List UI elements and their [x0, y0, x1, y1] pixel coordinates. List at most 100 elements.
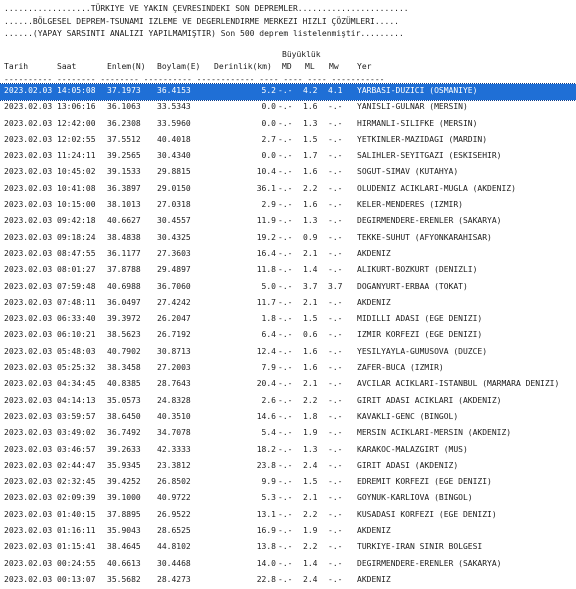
latitude-cell: 38.5623 — [107, 330, 141, 340]
mw-cell: -.- — [328, 216, 343, 226]
depth-cell: 14.6 — [256, 411, 276, 421]
location-cell: EDREMIT KORFEZI (EGE DENIZI) — [357, 477, 492, 487]
md-cell: -.- — [278, 395, 293, 405]
location-cell: DEGIRMENDERE-ERENLER (SAKARYA) — [357, 216, 502, 226]
location-cell: KUSADASI KORFEZI (EGE DENIZI) — [357, 509, 497, 519]
table-row[interactable]: 2023.02.03 06:10:21 38.5623 26.7192 6.4 -.- 0.… — [0, 328, 576, 344]
table-row[interactable]: 2023.02.03 04:14:13 35.0573 24.8328 2.6 -.- 2.… — [0, 394, 576, 410]
table-row[interactable]: 2023.02.03 07:48:11 36.0497 27.4242 11.7 -.- 2… — [0, 296, 576, 312]
table-row[interactable]: 2023.02.03 03:49:02 36.7492 34.7078 5.4 -.- 1.… — [0, 426, 576, 442]
time-cell: 04:14:13 — [57, 395, 96, 405]
ml-cell: 2.2 — [303, 395, 318, 405]
mw-cell: -.- — [328, 167, 343, 177]
date-cell: 2023.02.03 — [4, 167, 53, 177]
date-cell: 2023.02.03 — [4, 558, 53, 568]
ml-cell: 2.4 — [303, 460, 318, 470]
ml-cell: 2.2 — [303, 509, 318, 519]
table-row[interactable]: 2023.02.03 14:05:08 37.1973 36.4153 5.2 -.- 4.… — [0, 82, 576, 102]
md-cell: -.- — [278, 200, 293, 210]
time-cell: 00:24:55 — [57, 558, 96, 568]
latitude-cell: 40.7902 — [107, 346, 141, 356]
longitude-cell: 24.8328 — [157, 395, 191, 405]
latitude-cell: 40.6613 — [107, 558, 141, 568]
ml-cell: 2.2 — [303, 542, 318, 552]
table-row[interactable]: 2023.02.03 01:40:15 37.8895 26.9522 13.1 -.- 2… — [0, 508, 576, 524]
md-cell: -.- — [278, 493, 293, 503]
table-row[interactable]: 2023.02.03 08:01:27 37.8788 29.4897 11.8 -.- 1… — [0, 263, 576, 279]
latitude-cell: 35.0573 — [107, 395, 141, 405]
depth-cell: 0.0 — [261, 151, 276, 161]
table-row[interactable]: 2023.02.03 00:13:07 35.5682 28.4273 22.8 -.- 2… — [0, 573, 576, 589]
location-cell: GOYNUK-KARLIOVA (BINGOL) — [357, 493, 473, 503]
table-row[interactable]: 2023.02.03 02:44:47 35.9345 23.3812 23.8 -.- 2… — [0, 459, 576, 475]
mw-cell: -.- — [328, 134, 343, 144]
table-row[interactable]: 2023.02.03 03:59:57 38.6450 40.3510 14.6 -.- 1… — [0, 410, 576, 426]
longitude-cell: 26.7192 — [157, 330, 191, 340]
table-row[interactable]: 2023.02.03 07:59:48 40.6988 36.7060 5.0 -.- 3.… — [0, 280, 576, 296]
table-row[interactable]: 2023.02.03 02:32:45 39.4252 26.8502 9.9 -.- 1.… — [0, 475, 576, 491]
time-cell: 05:48:03 — [57, 346, 96, 356]
table-row[interactable]: 2023.02.03 09:42:18 40.6627 30.4557 11.9 -.- 1… — [0, 214, 576, 230]
table-row[interactable]: 2023.02.03 10:45:02 39.1533 29.8815 10.4 -.- 1… — [0, 165, 576, 181]
table-row[interactable]: 2023.02.03 01:16:11 35.9043 28.6525 16.9 -.- 1… — [0, 524, 576, 540]
table-row[interactable]: 2023.02.03 10:15:00 38.1013 27.0318 2.9 -.- 1.… — [0, 198, 576, 214]
time-cell: 06:33:40 — [57, 314, 96, 324]
table-row[interactable]: 2023.02.03 03:46:57 39.2633 42.3333 18.2 -.- 1… — [0, 443, 576, 459]
ml-cell: 2.1 — [303, 248, 318, 258]
longitude-cell: 29.4897 — [157, 265, 191, 275]
table-row[interactable]: 2023.02.03 12:42:00 36.2308 33.5960 0.0 -.- 1.… — [0, 117, 576, 133]
md-cell: -.- — [278, 346, 293, 356]
mw-cell: -.- — [328, 428, 343, 438]
ml-cell: 0.9 — [303, 232, 318, 242]
date-cell: 2023.02.03 — [4, 379, 53, 389]
md-cell: -.- — [278, 183, 293, 193]
table-row[interactable]: 2023.02.03 13:06:16 36.1063 33.5343 0.0 -.- 1.… — [0, 100, 576, 116]
table-row[interactable]: 2023.02.03 05:25:32 38.3458 27.2003 7.9 -.- 1.… — [0, 361, 576, 377]
location-cell: KAVAKLI-GENC (BINGOL) — [357, 411, 459, 421]
time-cell: 02:09:39 — [57, 493, 96, 503]
location-cell: ZAFER-BUCA (IZMIR) — [357, 363, 444, 373]
ml-cell: 3.7 — [303, 281, 318, 291]
ml-cell: 1.3 — [303, 216, 318, 226]
date-cell: 2023.02.03 — [4, 509, 53, 519]
location-cell: SALIHLER-SEYITGAZI (ESKISEHIR) — [357, 151, 502, 161]
table-row[interactable]: 2023.02.03 04:34:45 40.8385 28.7643 20.4 -.- 2… — [0, 377, 576, 393]
ml-cell: 2.4 — [303, 574, 318, 584]
time-cell: 03:46:57 — [57, 444, 96, 454]
mw-cell: -.- — [328, 574, 343, 584]
time-cell: 09:42:18 — [57, 216, 96, 226]
depth-cell: 13.8 — [256, 542, 276, 552]
table-row[interactable]: 2023.02.03 01:15:41 38.4645 44.8102 13.8 -.- 2… — [0, 540, 576, 556]
depth-cell: 12.4 — [256, 346, 276, 356]
location-cell: SOGUT-SIMAV (KUTAHYA) — [357, 167, 459, 177]
date-cell: 2023.02.03 — [4, 460, 53, 470]
md-cell: -.- — [278, 509, 293, 519]
date-cell: 2023.02.03 — [4, 86, 53, 95]
longitude-cell: 30.4325 — [157, 232, 191, 242]
table-row[interactable]: 2023.02.03 10:41:08 36.3897 29.0150 36.1 -.- 2… — [0, 182, 576, 198]
latitude-cell: 38.3458 — [107, 363, 141, 373]
latitude-cell: 35.5682 — [107, 574, 141, 584]
table-row[interactable]: 2023.02.03 08:47:55 36.1177 27.3603 16.4 -.- 2… — [0, 247, 576, 263]
date-cell: 2023.02.03 — [4, 526, 53, 536]
table-row[interactable]: 2023.02.03 06:33:40 39.3972 26.2047 1.8 -.- 1.… — [0, 312, 576, 328]
ml-cell: 1.3 — [303, 118, 318, 128]
table-row[interactable]: 2023.02.03 02:09:39 39.1000 40.9722 5.3 -.- 2.… — [0, 491, 576, 507]
mw-cell: -.- — [328, 151, 343, 161]
table-row[interactable]: 2023.02.03 11:24:11 39.2565 30.4340 0.0 -.- 1.… — [0, 149, 576, 165]
md-cell: -.- — [278, 281, 293, 291]
date-cell: 2023.02.03 — [4, 248, 53, 258]
header-divider: ---------- -------- -------- ---------- … — [4, 75, 385, 84]
table-row[interactable]: 2023.02.03 12:02:55 37.5512 40.4018 2.7 -.- 1.… — [0, 133, 576, 149]
table-row[interactable]: 2023.02.03 05:48:03 40.7902 30.8713 12.4 -.- 1… — [0, 345, 576, 361]
table-row[interactable]: 2023.02.03 00:24:55 40.6613 30.4468 14.0 -.- 1… — [0, 557, 576, 573]
depth-cell: 5.4 — [261, 428, 276, 438]
longitude-cell: 23.3812 — [157, 460, 191, 470]
latitude-cell: 36.3897 — [107, 183, 141, 193]
md-cell: -.- — [278, 151, 293, 161]
mw-cell: -.- — [328, 460, 343, 470]
mw-cell: -.- — [328, 102, 343, 112]
ml-cell: 2.1 — [303, 297, 318, 307]
table-row[interactable]: 2023.02.03 09:18:24 38.4838 30.4325 19.2 -.- 0… — [0, 231, 576, 247]
longitude-cell: 27.3603 — [157, 248, 191, 258]
